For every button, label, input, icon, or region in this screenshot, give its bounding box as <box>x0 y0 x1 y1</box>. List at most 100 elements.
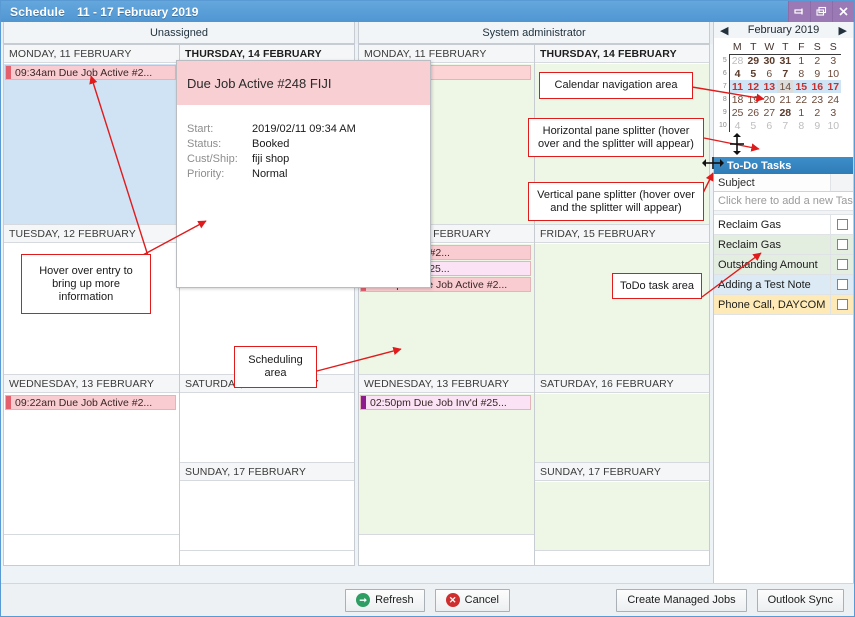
calendar-day-cell[interactable]: 1 <box>793 54 809 67</box>
calendar-day-cell[interactable]: 29 <box>745 54 761 67</box>
calendar-day-cell[interactable]: 27 <box>761 106 777 119</box>
restore-icon[interactable] <box>810 1 832 22</box>
calendar-day-cell[interactable]: 10 <box>825 67 841 80</box>
calendar-day-cell[interactable]: 17 <box>825 80 842 93</box>
todo-task-checkbox-cell[interactable] <box>830 275 853 294</box>
calendar-day-cell[interactable]: 11 <box>729 80 746 93</box>
calendar-week-number[interactable]: 7 <box>718 80 730 93</box>
calendar-day-cell[interactable]: 4 <box>729 119 745 132</box>
calendar-day-cell[interactable]: 7 <box>777 119 793 132</box>
calendar-day-cell[interactable]: 3 <box>825 54 841 67</box>
todo-task-checkbox[interactable] <box>836 299 848 310</box>
day-cell[interactable]: WEDNESDAY, 13 FEBRUARY 02:50pm Due Job In… <box>359 375 534 535</box>
todo-task-row[interactable]: Reclaim Gas <box>714 235 853 255</box>
calendar-week-number[interactable]: 9 <box>718 106 730 119</box>
calendar-day-cell[interactable]: 31 <box>777 54 793 67</box>
todo-task-row[interactable]: Reclaim Gas <box>714 215 853 235</box>
calendar-day-cell[interactable]: 30 <box>761 54 777 67</box>
calendar-day-cell[interactable]: 6 <box>761 119 777 132</box>
day-body[interactable] <box>535 482 709 550</box>
refresh-button[interactable]: ➞ Refresh <box>345 588 425 612</box>
create-managed-jobs-button[interactable]: Create Managed Jobs <box>616 588 747 612</box>
calendar-day-cell[interactable]: 2 <box>809 54 825 67</box>
calendar-day-cell[interactable]: 8 <box>793 67 809 80</box>
day-body[interactable]: 02:50pm Due Job Inv'd #25... <box>359 394 534 534</box>
calendar-day-cell[interactable]: 13 <box>761 80 778 93</box>
calendar-week-number[interactable]: 6 <box>718 67 730 80</box>
calendar-day-cell[interactable]: 3 <box>825 106 841 119</box>
todo-task-checkbox[interactable] <box>836 279 848 290</box>
outlook-sync-button[interactable]: Outlook Sync <box>756 588 844 612</box>
todo-task-checkbox[interactable] <box>836 239 848 250</box>
todo-task-checkbox-cell[interactable] <box>830 255 853 274</box>
todo-task-subject[interactable]: Reclaim Gas <box>714 215 830 234</box>
calendar-day-cell[interactable]: 4 <box>729 67 745 80</box>
todo-column-header-check[interactable] <box>830 174 853 191</box>
todo-task-checkbox-cell[interactable] <box>830 215 853 234</box>
calendar-day-cell[interactable]: 21 <box>777 93 793 106</box>
calendar-week-number[interactable]: 5 <box>718 54 730 67</box>
calendar-day-cell[interactable]: 14 <box>777 80 794 93</box>
close-icon[interactable] <box>832 1 854 22</box>
todo-task-subject[interactable]: Outstanding Amount <box>714 255 830 274</box>
calendar-day-cell[interactable]: 12 <box>745 80 762 93</box>
calendar-day-cell[interactable]: 9 <box>809 67 825 80</box>
month-calendar[interactable]: M T W T F S S 5 28 29 30 31 1 2 3 6 4 5 6 7 8 9 10 7 11 12 13 14 15 1… <box>718 40 842 132</box>
prev-month-icon[interactable]: ◀ <box>720 24 728 37</box>
calendar-day-cell[interactable]: 9 <box>809 119 825 132</box>
appointment-entry[interactable]: 02:50pm Due Job Inv'd #25... <box>360 395 531 410</box>
todo-task-subject[interactable]: Reclaim Gas <box>714 235 830 254</box>
calendar-day-cell[interactable]: 2 <box>809 106 825 119</box>
todo-task-row[interactable]: Outstanding Amount <box>714 255 853 275</box>
calendar-day-cell[interactable]: 15 <box>793 80 810 93</box>
calendar-day-cell[interactable]: 8 <box>793 119 809 132</box>
day-body[interactable]: 09:34am Due Job Active #2... <box>4 64 179 224</box>
day-cell[interactable]: FRIDAY, 15 FEBRUARY <box>535 225 709 375</box>
next-month-icon[interactable]: ▶ <box>839 24 847 37</box>
todo-task-row[interactable]: Adding a Test Note <box>714 275 853 295</box>
calendar-day-cell[interactable]: 1 <box>793 106 809 119</box>
calendar-week-number[interactable]: 10 <box>718 119 730 132</box>
calendar-day-cell[interactable]: 5 <box>745 67 761 80</box>
todo-task-subject[interactable]: Adding a Test Note <box>714 275 830 294</box>
calendar-day-cell[interactable]: 22 <box>793 93 809 106</box>
calendar-day-cell[interactable]: 6 <box>761 67 777 80</box>
group-header-unassigned[interactable]: Unassigned <box>3 22 355 44</box>
day-body[interactable] <box>535 394 709 462</box>
day-cell[interactable]: MONDAY, 11 FEBRUARY 09:34am Due Job Activ… <box>4 45 179 225</box>
calendar-day-cell[interactable]: 24 <box>825 93 841 106</box>
todo-new-task-row[interactable]: Click here to add a new Task <box>714 192 853 211</box>
calendar-day-cell[interactable]: 19 <box>745 93 761 106</box>
day-body[interactable] <box>180 482 354 550</box>
day-body[interactable] <box>180 394 354 462</box>
calendar-day-cell[interactable]: 28 <box>777 106 793 119</box>
pin-icon[interactable] <box>788 1 810 22</box>
day-cell[interactable]: SATURDAY, 16 FEBRUARY <box>180 375 354 463</box>
calendar-day-cell[interactable]: 5 <box>745 119 761 132</box>
day-cell[interactable]: SUNDAY, 17 FEBRUARY <box>535 463 709 551</box>
group-header-system-administrator[interactable]: System administrator <box>358 22 710 44</box>
todo-task-checkbox-cell[interactable] <box>830 295 853 314</box>
calendar-day-cell[interactable]: 26 <box>745 106 761 119</box>
todo-task-checkbox[interactable] <box>836 259 848 270</box>
todo-task-checkbox-cell[interactable] <box>830 235 853 254</box>
todo-task-checkbox[interactable] <box>836 219 848 230</box>
calendar-day-cell[interactable]: 20 <box>761 93 777 106</box>
appointment-entry[interactable]: 09:22am Due Job Active #2... <box>5 395 176 410</box>
day-body[interactable] <box>535 244 709 374</box>
appointment-entry[interactable]: 09:34am Due Job Active #2... <box>5 65 176 80</box>
calendar-month-label[interactable]: February 2019 <box>748 24 820 36</box>
todo-column-header-subject[interactable]: Subject <box>714 177 830 189</box>
day-body[interactable]: 09:22am Due Job Active #2... <box>4 394 179 534</box>
calendar-day-cell[interactable]: 18 <box>729 93 745 106</box>
todo-task-subject[interactable]: Phone Call, DAYCOM <box>714 295 830 314</box>
day-cell[interactable]: SUNDAY, 17 FEBRUARY <box>180 463 354 551</box>
calendar-day-cell[interactable]: 10 <box>825 119 841 132</box>
cancel-button[interactable]: ✕ Cancel <box>434 588 510 612</box>
todo-task-row[interactable]: Phone Call, DAYCOM <box>714 295 853 315</box>
calendar-week-number[interactable]: 8 <box>718 93 730 106</box>
calendar-day-cell[interactable]: 16 <box>809 80 826 93</box>
calendar-day-cell[interactable]: 23 <box>809 93 825 106</box>
day-cell[interactable]: SATURDAY, 16 FEBRUARY <box>535 375 709 463</box>
calendar-day-cell[interactable]: 7 <box>777 67 793 80</box>
